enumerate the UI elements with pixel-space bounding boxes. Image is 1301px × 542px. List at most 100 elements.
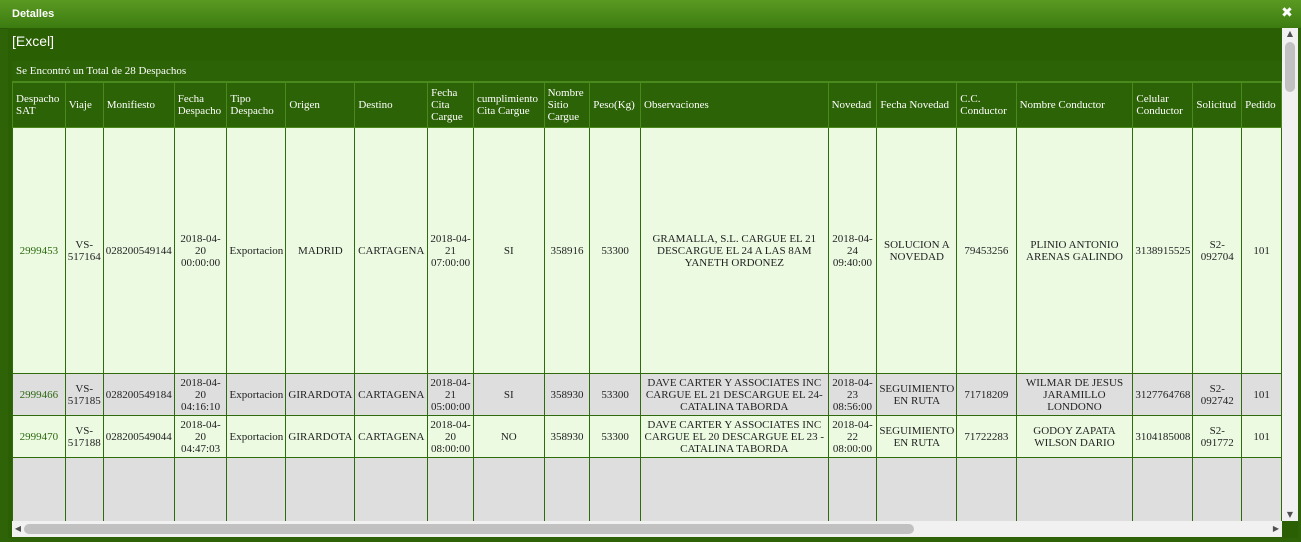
table-cell: 2018-04-23 08:56:00 [827,373,878,416]
column-header[interactable]: C.C. Conductor [956,82,1017,128]
column-header[interactable]: Novedad [827,82,878,128]
table-cell [876,457,958,521]
table-cell: CARTAGENA [354,415,429,458]
table-cell: PLINIO ANTONIO ARENAS GALINDO [1015,127,1134,374]
table-cell: 358930 [543,373,591,416]
dialog-title: Detalles [12,8,55,20]
column-header[interactable]: Despacho SAT [12,82,66,128]
table-cell: 3138915525 [1132,127,1194,374]
table-cell: 028200549044 [102,415,175,458]
results-summary: Se Encontró un Total de 28 Despachos [12,61,1282,82]
table-cell: S2-091772 [1192,415,1243,458]
table-cell: Exportacion [226,373,287,416]
excel-export-link[interactable]: [Excel] [12,33,54,49]
table-cell: 2018-04-20 08:00:00 [427,415,474,458]
table-row[interactable]: 2999453 VS-517164 028200549144 2018-04-20 0… [12,127,1282,374]
dispatch-sat-link[interactable]: 2999466 [12,373,66,416]
column-header[interactable]: Pedido [1241,82,1282,128]
table-cell: 028200549184 [102,373,175,416]
table-cell: 101 [1241,415,1282,458]
table-cell: 028200549144 [102,127,175,374]
dispatch-sat-link[interactable]: 2999453 [12,127,66,374]
table-cell: MADRID [285,127,356,374]
close-icon[interactable]: ✖ [1279,5,1295,21]
table-cell: 2018-04-20 04:47:03 [173,415,228,458]
table-cell: 71718209 [956,373,1017,416]
vertical-scrollbar[interactable]: ▲ ▼ [1282,28,1298,521]
column-header[interactable]: Fecha Despacho [173,82,228,128]
table-cell: 2018-04-22 08:00:00 [827,415,878,458]
table-cell: GIRARDOTA [285,373,356,416]
table-cell [543,457,591,521]
dispatch-grid: Se Encontró un Total de 28 Despachos Des… [12,61,1282,521]
dispatch-sat-link[interactable] [12,457,66,521]
column-header[interactable]: Observaciones [640,82,829,128]
table-cell: DAVE CARTER Y ASSOCIATES INC CARGUE EL 2… [640,415,829,458]
table-cell: 358930 [543,415,591,458]
table-cell [173,457,228,521]
table-cell: 53300 [589,373,641,416]
column-header[interactable]: Nombre Conductor [1015,82,1134,128]
table-cell: 2018-04-21 07:00:00 [427,127,474,374]
table-row[interactable]: 2999466 VS-517185 028200549184 2018-04-20 0… [12,373,1282,416]
table-cell [1241,457,1282,521]
table-cell: CARTAGENA [354,127,429,374]
table-cell: SOLUCION A NOVEDAD [876,127,958,374]
table-cell [354,457,429,521]
table-cell: SEGUIMIENTO EN RUTA [876,415,958,458]
table-cell: 79453256 [956,127,1017,374]
table-cell: 53300 [589,415,641,458]
dialog-titlebar[interactable]: Detalles ✖ [0,0,1301,29]
table-cell: 2018-04-21 05:00:00 [427,373,474,416]
column-header[interactable]: cumplimiento Cita Cargue [472,82,545,128]
table-cell: SEGUIMIENTO EN RUTA [876,373,958,416]
table-cell: 2018-04-20 00:00:00 [173,127,228,374]
table-cell: 3127764768 [1132,373,1194,416]
table-cell [589,457,641,521]
table-cell: CARTAGENA [354,373,429,416]
column-header[interactable]: Peso(Kg) [589,82,641,128]
horizontal-scroll-thumb[interactable] [24,524,914,534]
table-cell: Exportacion [226,415,287,458]
column-header[interactable]: Tipo Despacho [226,82,287,128]
table-cell: 3104185008 [1132,415,1194,458]
table-cell [427,457,474,521]
table-row[interactable]: 2999470 VS-517188 028200549044 2018-04-20 0… [12,415,1282,458]
table-cell: VS-517185 [64,373,104,416]
table-cell: 358916 [543,127,591,374]
table-cell: GIRARDOTA [285,415,356,458]
column-header[interactable]: Destino [354,82,429,128]
horizontal-scrollbar[interactable]: ◀ ▶ [12,521,1282,537]
column-header[interactable]: Fecha Novedad [876,82,958,128]
details-dialog: Detalles ✖ [Excel] Se Encontró un Total … [0,0,1301,542]
column-header[interactable]: Solicitud [1192,82,1243,128]
table-cell [1192,457,1243,521]
column-header[interactable]: Fecha Cita Cargue [427,82,474,128]
scroll-down-icon[interactable]: ▼ [1282,509,1298,521]
table-cell [64,457,104,521]
table-cell: S2-092742 [1192,373,1243,416]
table-cell: 71722283 [956,415,1017,458]
table-cell: 2018-04-24 09:40:00 [827,127,878,374]
scroll-right-icon[interactable]: ▶ [1270,521,1282,537]
table-cell [102,457,175,521]
table-header: Despacho SAT Viaje Monifiesto Fecha Despach… [12,82,1282,128]
table-cell: VS-517164 [64,127,104,374]
table-cell: 2018-04-20 04:16:10 [173,373,228,416]
table-cell: 53300 [589,127,641,374]
scroll-left-icon[interactable]: ◀ [12,521,24,537]
table-cell: VS-517188 [64,415,104,458]
column-header[interactable]: Nombre Sitio Cargue [543,82,591,128]
column-header[interactable]: Monifiesto [102,82,175,128]
table-cell: SI [472,373,545,416]
scroll-up-icon[interactable]: ▲ [1282,28,1298,40]
vertical-scroll-thumb[interactable] [1285,42,1295,92]
column-header[interactable]: Origen [285,82,356,128]
table-row[interactable] [12,457,1282,521]
column-header[interactable]: Celular Conductor [1132,82,1194,128]
column-header[interactable]: Viaje [64,82,104,128]
table-cell: GODOY ZAPATA WILSON DARIO [1015,415,1134,458]
table-cell [285,457,356,521]
table-cell [640,457,829,521]
dispatch-sat-link[interactable]: 2999470 [12,415,66,458]
